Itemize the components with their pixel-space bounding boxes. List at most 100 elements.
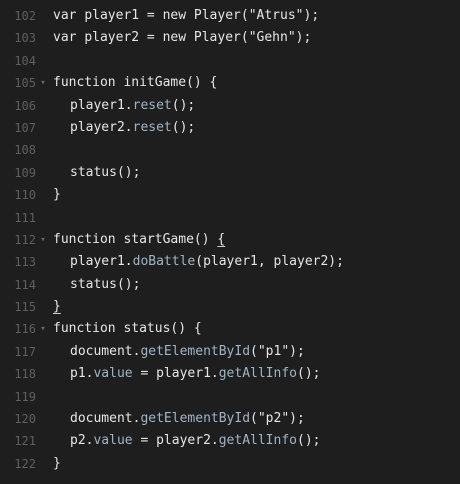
- code-token: var: [53, 30, 85, 46]
- code-text[interactable]: p1.value = player1.getAllInfo();: [53, 363, 320, 385]
- code-token: (player1, player2);: [195, 254, 344, 270]
- line-number: 105: [14, 76, 36, 91]
- line-number: 120: [14, 412, 36, 427]
- code-text[interactable]: status();: [53, 274, 140, 296]
- code-text[interactable]: var player1 = new Player("Atrus");: [53, 5, 319, 27]
- code-line[interactable]: 113 player1.doBattle(player1, player2);: [0, 251, 460, 273]
- code-token: status();: [70, 164, 141, 180]
- code-token: status();: [70, 276, 141, 292]
- line-number: 106: [14, 98, 36, 113]
- line-number: 119: [14, 389, 36, 404]
- code-token: value: [93, 433, 133, 449]
- code-text[interactable]: player2.reset();: [53, 117, 195, 139]
- code-line[interactable]: 121 p2.value = player2.getAllInfo();: [0, 430, 460, 452]
- code-text[interactable]: p2.value = player2.getAllInfo();: [53, 430, 320, 452]
- code-token: "Atrus": [248, 8, 304, 23]
- code-token: var: [53, 8, 85, 23]
- line-number: 117: [14, 344, 36, 359]
- line-number: 114: [14, 277, 36, 292]
- code-token: player1 =: [84, 8, 163, 23]
- code-line[interactable]: 111: [0, 207, 460, 229]
- code-token: getAllInfo: [218, 433, 297, 449]
- code-line[interactable]: 112 ▾ function startGame() {: [0, 229, 460, 251]
- code-token: new: [162, 8, 194, 23]
- code-token: ();: [297, 433, 321, 449]
- code-line[interactable]: 115}: [0, 296, 460, 318]
- line-number: 104: [14, 53, 36, 68]
- line-number: 111: [14, 210, 36, 225]
- fold-chevron-down-icon[interactable]: ▾: [38, 229, 48, 251]
- code-token: ();: [171, 119, 196, 135]
- code-token: Player(: [193, 30, 249, 46]
- code-text[interactable]: }: [53, 453, 61, 475]
- fold-chevron-down-icon[interactable]: ▾: [38, 72, 48, 94]
- code-line[interactable]: 106 player1.reset();: [0, 95, 460, 117]
- code-token: value: [93, 366, 133, 382]
- code-line[interactable]: 107 player2.reset();: [0, 117, 460, 139]
- code-text[interactable]: }: [53, 184, 61, 206]
- line-number: 102: [14, 9, 36, 23]
- code-text[interactable]: document.getElementById("p2");: [53, 408, 305, 430]
- code-line[interactable]: 120 document.getElementById("p2");: [0, 408, 460, 430]
- code-token: function: [53, 321, 124, 337]
- line-number: 122: [14, 456, 36, 471]
- code-text[interactable]: player1.doBattle(player1, player2);: [53, 251, 344, 273]
- fold-chevron-down-icon[interactable]: ▾: [38, 318, 48, 340]
- code-token: reset: [132, 97, 172, 113]
- code-token: new: [162, 30, 194, 46]
- code-line[interactable]: 105 ▾ function initGame() {: [0, 72, 460, 94]
- code-token: "Gehn": [248, 30, 296, 46]
- code-token: player2.: [70, 119, 133, 135]
- matched-bracket: }: [53, 299, 61, 315]
- code-token: (: [250, 343, 258, 359]
- code-token: p2.: [70, 433, 94, 449]
- line-number: 112: [14, 232, 36, 247]
- code-token: "p1": [257, 343, 290, 359]
- line-number: 107: [14, 120, 36, 135]
- code-token: (: [250, 411, 258, 427]
- line-number: 109: [14, 165, 36, 180]
- code-token: );: [295, 30, 312, 46]
- code-line[interactable]: 117 document.getElementById("p1");: [0, 341, 460, 363]
- code-token: ();: [171, 97, 196, 113]
- code-line[interactable]: 110}: [0, 184, 460, 206]
- code-token: );: [303, 8, 320, 23]
- code-token: );: [289, 411, 305, 427]
- code-token: getElementById: [140, 343, 251, 359]
- code-line[interactable]: 108: [0, 139, 460, 161]
- code-token: }: [53, 455, 61, 471]
- code-line[interactable]: 118 p1.value = player1.getAllInfo();: [0, 363, 460, 385]
- code-token: );: [289, 343, 305, 359]
- code-text[interactable]: player1.reset();: [53, 95, 195, 117]
- code-line[interactable]: 109 status();: [0, 162, 460, 184]
- code-line[interactable]: 116 ▾ function status() {: [0, 318, 460, 340]
- code-token: Player(: [193, 8, 249, 23]
- code-token: doBattle: [132, 254, 196, 270]
- code-text[interactable]: }: [53, 296, 61, 318]
- code-token: getElementById: [140, 411, 251, 427]
- code-token: getAllInfo: [218, 366, 297, 382]
- code-line[interactable]: 114 status();: [0, 274, 460, 296]
- matched-bracket: {: [217, 231, 226, 247]
- code-token: player1.: [70, 254, 133, 270]
- line-number: 121: [14, 434, 36, 449]
- code-line[interactable]: 119: [0, 386, 460, 408]
- code-token: player2 =: [84, 30, 163, 46]
- code-text[interactable]: var player2 = new Player("Gehn");: [53, 27, 311, 49]
- code-editor[interactable]: 102 var player1 = new Player("Atrus"); 103…: [0, 0, 460, 484]
- code-token: "p2": [257, 411, 290, 427]
- code-token: player1.: [70, 97, 133, 113]
- code-text[interactable]: status();: [53, 162, 140, 184]
- code-line[interactable]: 122}: [0, 453, 460, 475]
- code-token: initGame() {: [123, 75, 218, 91]
- code-text[interactable]: function status() {: [53, 318, 202, 340]
- code-text[interactable]: document.getElementById("p1");: [53, 341, 305, 363]
- code-token: p1.: [70, 366, 94, 382]
- code-text[interactable]: function startGame() {: [53, 229, 225, 251]
- code-line[interactable]: 104: [0, 50, 460, 72]
- code-line[interactable]: 103 var player2 = new Player("Gehn");: [0, 27, 460, 49]
- code-text[interactable]: function initGame() {: [53, 72, 217, 94]
- line-number: 116: [14, 322, 36, 337]
- code-line[interactable]: 102 var player1 = new Player("Atrus");: [0, 5, 460, 27]
- line-number: 108: [14, 143, 36, 158]
